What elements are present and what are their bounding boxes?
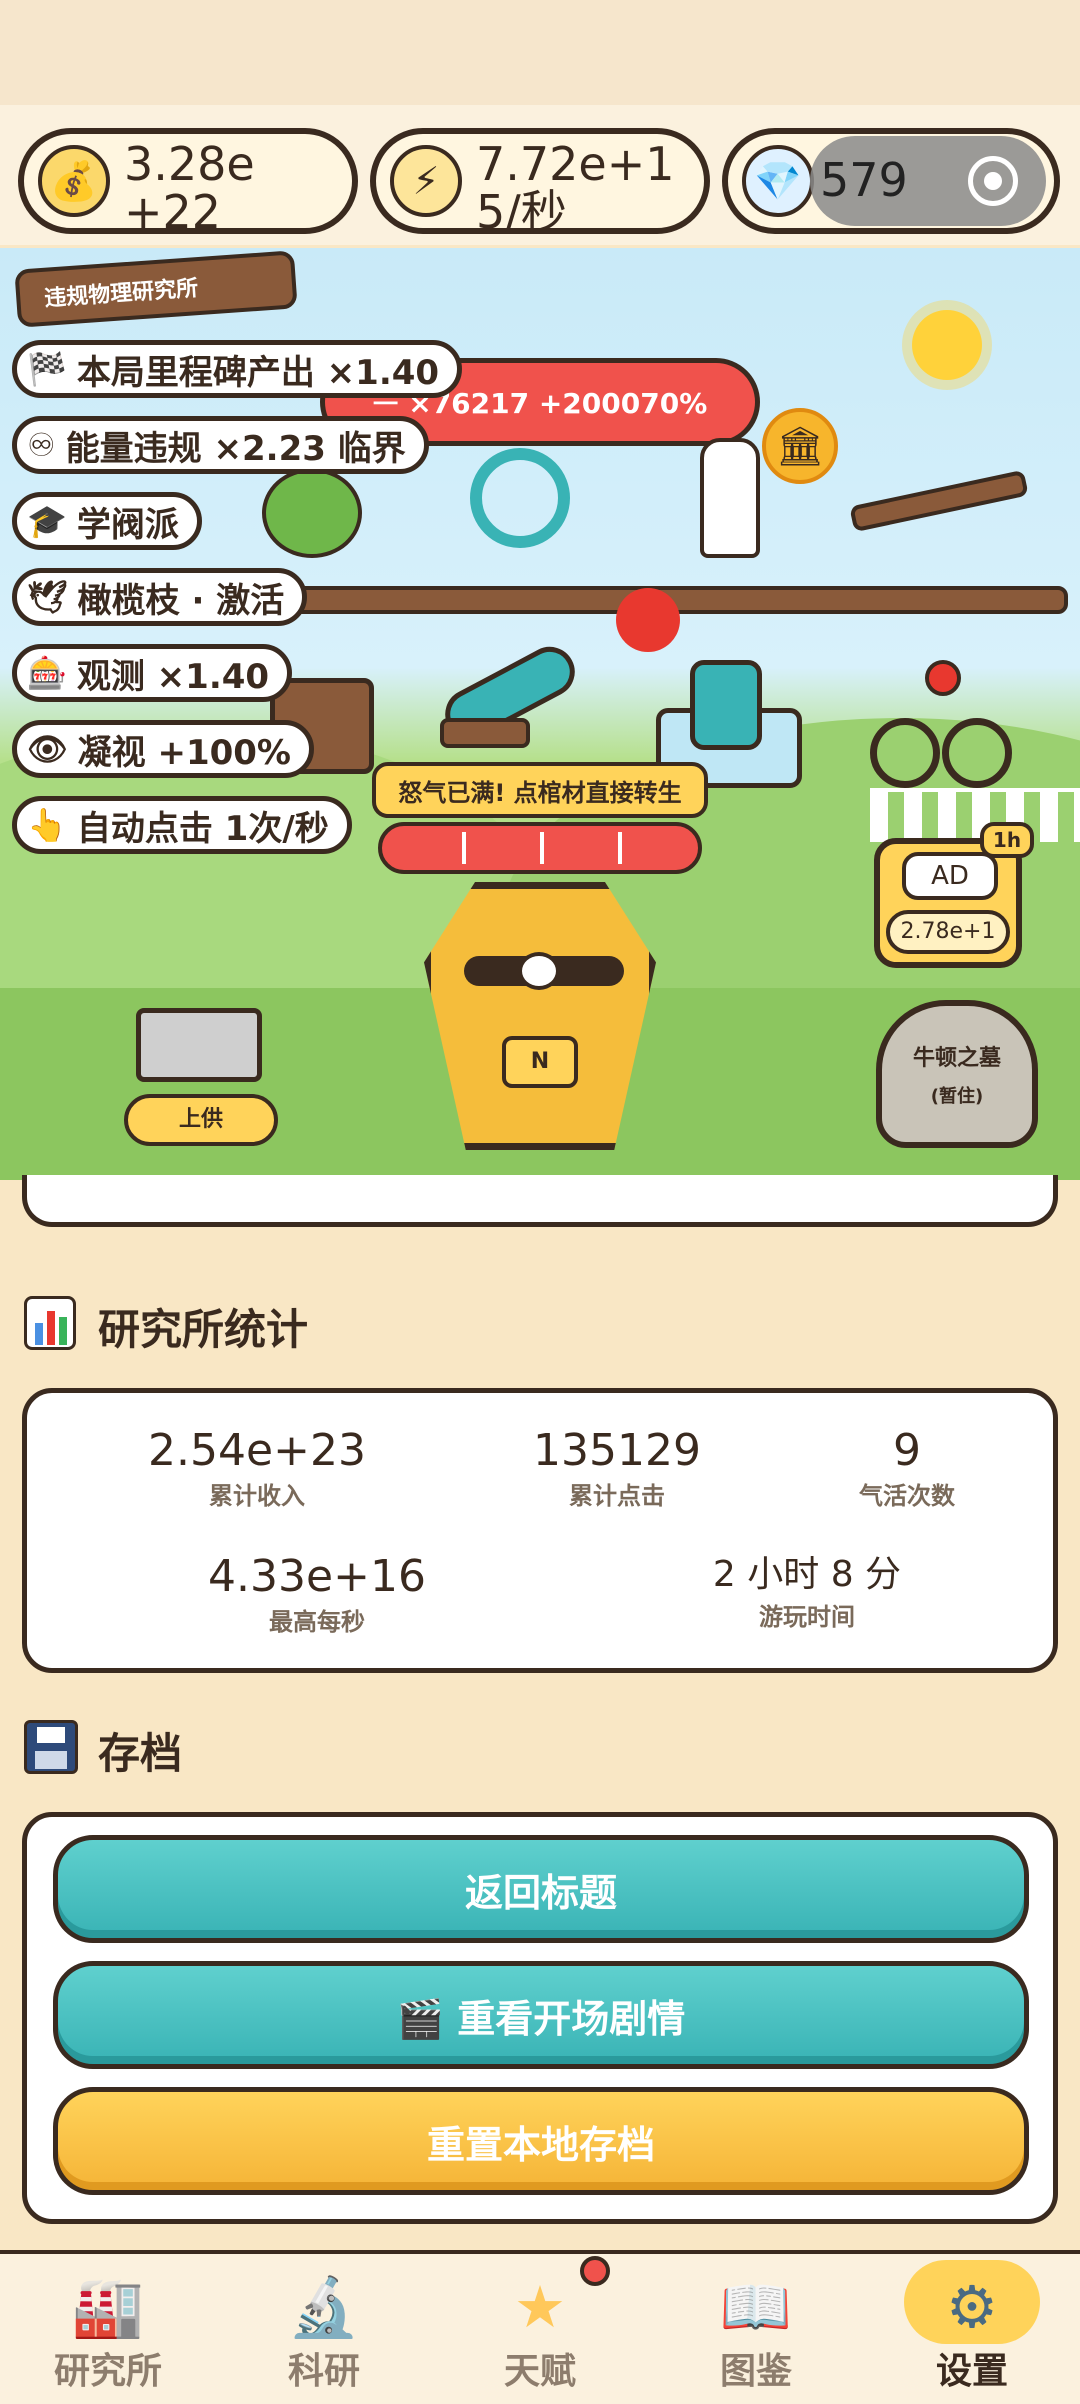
cyclist-character[interactable] (925, 660, 961, 696)
scientist-character[interactable] (700, 438, 760, 558)
checkered-flag-icon: 🏁 (27, 350, 67, 388)
buff-faction[interactable]: 🎓 学阀派 (12, 492, 202, 550)
energy-value: 7.72e+1 5/秒 (476, 137, 675, 239)
money-counter[interactable]: 💰 3.28e +22 (18, 128, 358, 239)
save-card: 返回标题 🎬 重看开场剧情 重置本地存档 (22, 1812, 1058, 2224)
gem-value: 579 (820, 153, 908, 207)
energy-counter[interactable]: ⚡ 7.72e+1 5/秒 (370, 128, 710, 239)
buff-energy[interactable]: ♾ 能量违规 ×2.23 临界 (12, 416, 429, 474)
coffin-eye-icon (518, 952, 560, 990)
bicycle-wheel (870, 718, 940, 788)
vending-machine-icon[interactable] (690, 660, 762, 750)
nav-item-settings[interactable]: ⚙ 设置 (864, 2254, 1080, 2404)
stats-card: 2.54e+23 累计收入 135129 累计点击 9 气活次数 4.33e+1… (22, 1388, 1058, 1673)
bottom-nav: 🏭 研究所 🔬 科研 ★ 天赋 📖 图鉴 ⚙ 设置 (0, 2250, 1080, 2404)
stat-revive-count: 9 气活次数 (859, 1425, 955, 1510)
microscope-icon: 🔬 (287, 2273, 361, 2341)
reset-save-button[interactable]: 重置本地存档 (53, 2087, 1029, 2195)
rage-meter (378, 822, 702, 874)
nav-item-codex[interactable]: 📖 图鉴 (648, 2254, 864, 2404)
buff-gaze[interactable]: 👁 凝视 +100% (12, 720, 314, 778)
return-title-button[interactable]: 返回标题 (53, 1835, 1029, 1943)
lightning-icon: ⚡ (390, 145, 462, 217)
pointing-hand-icon: 👆 (27, 806, 67, 844)
infinity-icon: ♾ (27, 426, 56, 464)
gem-counter[interactable]: 💎 579 (722, 128, 1060, 234)
diamond-icon: 💎 (742, 145, 814, 217)
coffin-plate: N (502, 1036, 578, 1088)
stat-play-time: 2 小时 8 分 游玩时间 (712, 1554, 902, 1631)
rage-full-notice: 怒气已满! 点棺材直接转生 (372, 762, 708, 818)
buff-observe[interactable]: 🎰 观测 ×1.40 (12, 644, 293, 702)
slot-machine-icon: 🎰 (27, 654, 67, 692)
save-section-title: 存档 (98, 1729, 183, 1778)
money-value: 3.28e +22 (124, 137, 255, 239)
nav-item-lab[interactable]: 🏭 研究所 (0, 2254, 216, 2404)
offer-button[interactable]: 上供 (124, 1094, 278, 1146)
apple-icon[interactable] (616, 588, 680, 652)
sun-icon (912, 310, 982, 380)
magnifier-icon[interactable] (470, 448, 570, 548)
rage-meter-fill (388, 832, 692, 864)
ad-reward-box[interactable]: 1h AD 2.78e+1 (874, 822, 1034, 968)
gold-coin-icon[interactable]: 🏛 (762, 408, 838, 484)
money-bag-icon: 💰 (38, 145, 110, 217)
top-status-area (0, 0, 1080, 108)
bicycle-wheel (942, 718, 1012, 788)
lab-sign: 违规物理研究所 (14, 250, 298, 328)
stats-section-title: 研究所统计 (98, 1305, 309, 1354)
seesaw-device[interactable] (849, 469, 1029, 533)
tree-icon (262, 468, 362, 558)
rewatch-intro-button[interactable]: 🎬 重看开场剧情 (53, 1961, 1029, 2069)
ad-reward-value: 2.78e+1 (886, 910, 1010, 954)
gear-icon: ⚙ (946, 2273, 998, 2341)
dove-icon: 🕊 (27, 578, 68, 616)
scene-frame-bottom (22, 1175, 1058, 1227)
buff-autoclick[interactable]: 👆 自动点击 1次/秒 (12, 796, 352, 854)
nav-item-talent[interactable]: ★ 天赋 (432, 2254, 648, 2404)
offering-altar[interactable] (136, 1008, 262, 1082)
stat-total-income: 2.54e+23 累计收入 (148, 1425, 366, 1510)
bar-chart-icon (24, 1296, 76, 1350)
book-icon: 📖 (719, 2273, 793, 2341)
tomb-status: (暂住) (930, 1086, 984, 1107)
graduation-cap-icon: 🎓 (27, 502, 67, 540)
capsule-close-icon[interactable] (968, 156, 1018, 206)
buff-olive-branch[interactable]: 🕊 橄榄枝 · 激活 (12, 568, 308, 626)
factory-icon: 🏭 (71, 2273, 145, 2341)
lab-sign-text: 违规物理研究所 (43, 276, 199, 312)
tomb-title: 牛顿之墓 (912, 1046, 1001, 1071)
floppy-disk-icon (24, 1720, 78, 1774)
game-scene[interactable]: 违规物理研究所 ᅳ ×76217 +200070% 🏛 🏁 本局里程碑产出 ×1.… (0, 248, 1080, 1180)
nav-item-research[interactable]: 🔬 科研 (216, 2254, 432, 2404)
cannon-cart (440, 718, 530, 748)
buff-milestone[interactable]: 🏁 本局里程碑产出 ×1.40 (12, 340, 463, 398)
picket-fence (870, 788, 1080, 842)
notification-dot (580, 2256, 610, 2286)
newton-tomb[interactable]: 牛顿之墓 (暂住) (876, 1000, 1038, 1148)
coffin-button[interactable] (424, 882, 656, 1150)
ad-label: AD (902, 852, 998, 900)
star-icon: ★ (514, 2273, 566, 2341)
eye-icon: 👁 (27, 730, 68, 768)
stat-peak-per-sec: 4.33e+16 最高每秒 (208, 1551, 426, 1636)
